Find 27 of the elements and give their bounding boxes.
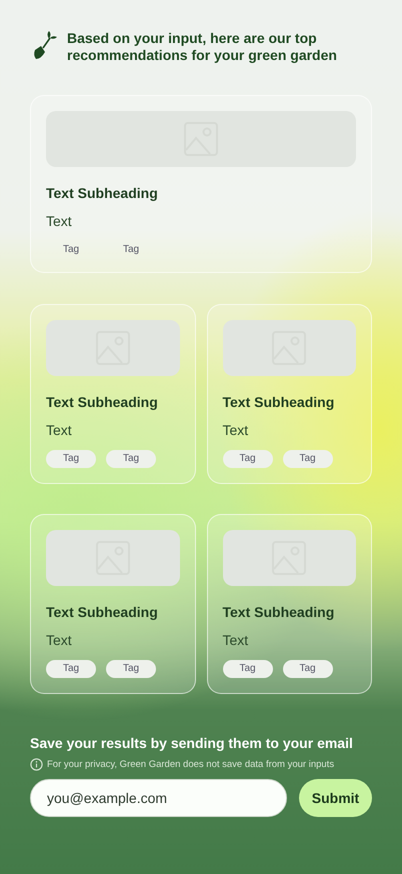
- tag: Tag: [106, 660, 156, 678]
- card-text: Text: [46, 632, 73, 649]
- trowel-sprout-icon: [33, 30, 57, 60]
- email-heading: Save your results by sending them to your email: [30, 735, 354, 752]
- tag: Tag: [106, 241, 156, 259]
- tag: Tag: [46, 241, 96, 259]
- privacy-note: For your privacy, Green Garden does not save data from your inputs: [47, 759, 334, 770]
- card-subheading: Text Subheading: [46, 604, 159, 621]
- card-text: Text: [222, 632, 250, 649]
- card-subheading: Text Subheading: [46, 185, 159, 202]
- card-text: Text: [46, 213, 73, 230]
- card-text: Text: [46, 422, 73, 439]
- tag: Tag: [46, 450, 96, 468]
- tag: Tag: [46, 660, 96, 678]
- heading: Based on your input, here are our top recommendations for your green garden: [67, 30, 338, 64]
- tag: Tag: [106, 450, 156, 468]
- tag: Tag: [222, 450, 272, 468]
- tag: Tag: [282, 660, 332, 678]
- tag: Tag: [282, 450, 332, 468]
- card-subheading: Text Subheading: [222, 604, 336, 621]
- tag: Tag: [222, 660, 272, 678]
- card-subheading: Text Subheading: [222, 394, 336, 411]
- info-icon: [30, 758, 43, 771]
- email-field[interactable]: you@example.com: [30, 779, 287, 817]
- card-text: Text: [222, 422, 250, 439]
- card-subheading: Text Subheading: [46, 394, 159, 411]
- submit-button[interactable]: Submit: [299, 779, 372, 817]
